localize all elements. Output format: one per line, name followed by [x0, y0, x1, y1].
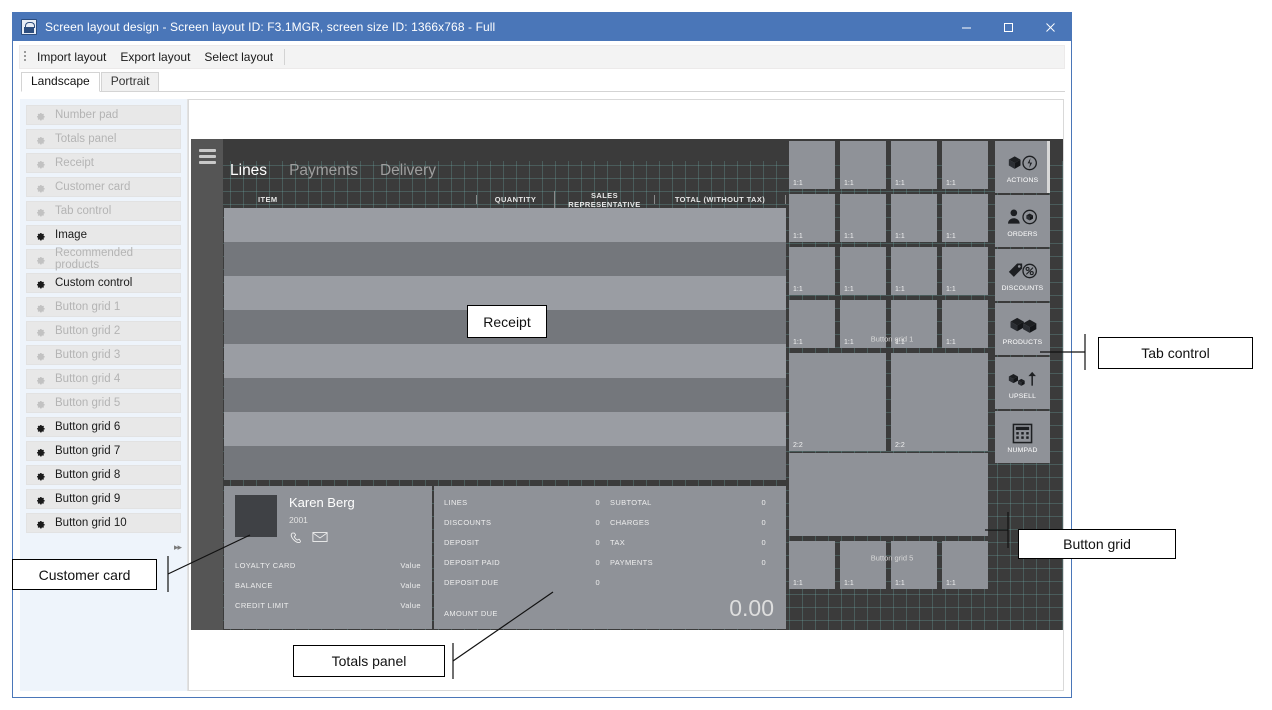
callout-label: Totals panel	[332, 653, 407, 669]
screenshot-root: Screen layout design - Screen layout ID:…	[0, 0, 1272, 710]
tab-landscape[interactable]: Landscape	[21, 72, 100, 92]
callout-totals-panel: Totals panel	[293, 645, 445, 677]
callout-button-grid: Button grid	[1018, 529, 1176, 559]
callout-customer-card: Customer card	[12, 559, 157, 590]
callout-label: Tab control	[1141, 345, 1209, 361]
callout-label: Button grid	[1063, 536, 1131, 552]
callout-label: Customer card	[39, 567, 131, 583]
callout-tab-control: Tab control	[1098, 337, 1253, 369]
callout-leaders	[0, 0, 1272, 710]
tab-portrait[interactable]: Portrait	[101, 72, 160, 92]
